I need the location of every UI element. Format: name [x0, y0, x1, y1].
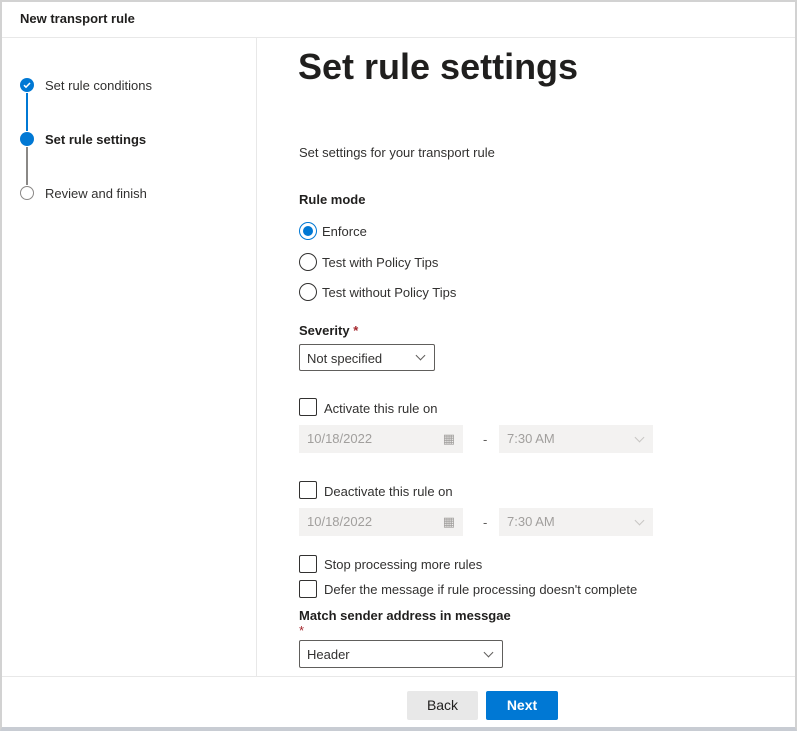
chevron-down-icon: [415, 350, 426, 361]
window-title: New transport rule: [20, 11, 135, 26]
radio-enforce[interactable]: [299, 222, 317, 240]
pending-step-icon: [20, 186, 34, 200]
radio-label: Test with Policy Tips: [322, 255, 439, 270]
footer-divider: [2, 676, 795, 677]
required-marker: *: [299, 623, 305, 638]
required-marker: *: [353, 323, 359, 338]
severity-dropdown[interactable]: Not specified: [299, 344, 435, 371]
checkbox-label: Deactivate this rule on: [324, 484, 453, 499]
divider: [256, 38, 257, 676]
step-review-and-finish[interactable]: Review and finish: [45, 186, 147, 201]
step-connector: [26, 147, 28, 185]
step-connector: [26, 93, 28, 131]
calendar-icon: ▦: [442, 431, 455, 446]
description: Set settings for your transport rule: [299, 145, 495, 160]
severity-value: Not specified: [307, 351, 383, 366]
match-sender-dropdown[interactable]: Header: [299, 640, 503, 668]
calendar-icon: ▦: [442, 514, 455, 529]
activate-checkbox[interactable]: [299, 398, 317, 416]
severity-label: Severity *: [299, 323, 358, 338]
separator: -: [483, 432, 488, 447]
separator: -: [483, 515, 488, 530]
deactivate-time-dropdown[interactable]: 7:30 AM: [499, 508, 653, 536]
step-set-rule-settings[interactable]: Set rule settings: [45, 132, 146, 147]
chevron-down-icon: [634, 432, 645, 443]
current-step-icon: [20, 132, 34, 146]
activate-time-dropdown[interactable]: 7:30 AM: [499, 425, 653, 453]
checkbox-label: Activate this rule on: [324, 401, 438, 416]
next-button[interactable]: Next: [486, 691, 558, 720]
match-sender-value: Header: [307, 647, 350, 662]
check-circle-icon: [20, 78, 34, 92]
radio-label: Enforce: [322, 224, 367, 239]
stop-processing-checkbox[interactable]: [299, 555, 317, 573]
time-value: 7:30 AM: [507, 431, 555, 446]
chevron-down-icon: [634, 515, 645, 526]
severity-label-text: Severity: [299, 323, 350, 338]
back-button[interactable]: Back: [407, 691, 478, 720]
match-sender-label: Match sender address in messgae: [299, 608, 511, 623]
checkbox-label: Stop processing more rules: [324, 557, 483, 572]
radio-test-without-policy-tips[interactable]: [299, 283, 317, 301]
activate-date-picker[interactable]: 10/18/2022 ▦: [299, 425, 463, 453]
date-value: 10/18/2022: [307, 514, 373, 529]
chevron-down-icon: [483, 647, 494, 658]
date-value: 10/18/2022: [307, 431, 373, 446]
defer-message-checkbox[interactable]: [299, 580, 317, 598]
deactivate-date-picker[interactable]: 10/18/2022 ▦: [299, 508, 463, 536]
radio-label: Test without Policy Tips: [322, 285, 457, 300]
divider: [2, 37, 795, 38]
rule-mode-label: Rule mode: [299, 192, 366, 207]
radio-test-with-policy-tips[interactable]: [299, 253, 317, 271]
step-set-rule-conditions[interactable]: Set rule conditions: [45, 78, 152, 93]
deactivate-checkbox[interactable]: [299, 481, 317, 499]
time-value: 7:30 AM: [507, 514, 555, 529]
checkbox-label: Defer the message if rule processing doe…: [324, 582, 638, 597]
page-title: Set rule settings: [298, 46, 579, 87]
